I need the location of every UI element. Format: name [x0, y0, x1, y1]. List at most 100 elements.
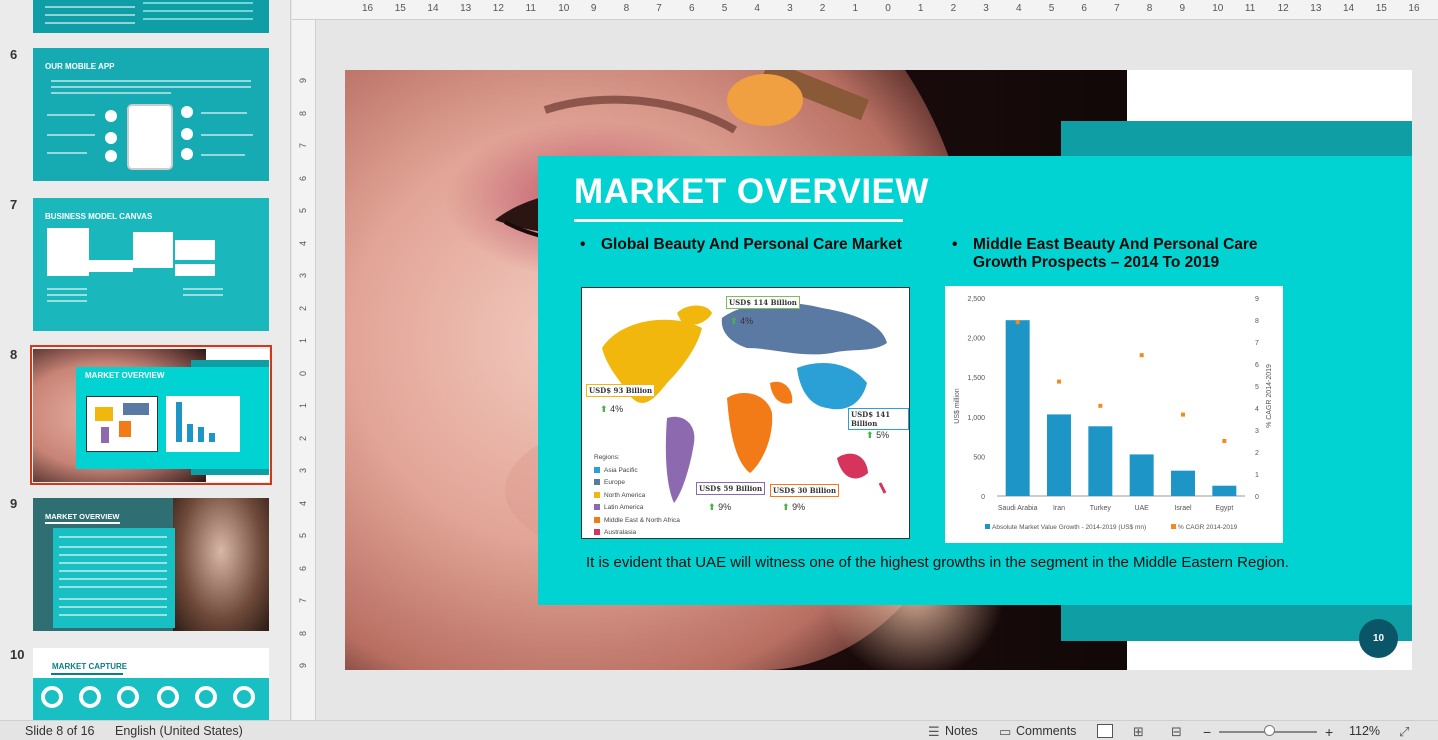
- legend-label: Europe: [604, 479, 625, 486]
- world-map-image[interactable]: USD$ 93 Billion ⬆ 4% USD$ 114 Billion ⬆ …: [581, 287, 910, 539]
- slide-counter: Slide 8 of 16: [25, 724, 95, 738]
- ruler-tick-label: 8: [623, 3, 630, 14]
- zoom-slider-handle[interactable]: [1264, 725, 1275, 736]
- comments-icon[interactable]: ▭: [999, 724, 1011, 740]
- notes-button[interactable]: Notes: [945, 724, 978, 738]
- y2-axis-title: % CAGR 2014-2019: [1266, 364, 1273, 428]
- map-label-middle-east: USD$ 30 Billion: [770, 484, 840, 497]
- ruler-tick-label: 0: [885, 3, 891, 14]
- ruler-tick-label: 9: [298, 663, 308, 669]
- slide-thumbnail-9[interactable]: MARKET OVERVIEW: [33, 498, 269, 631]
- fit-to-window-icon[interactable]: ⤢: [1399, 724, 1409, 740]
- growth-value: 9%: [792, 502, 806, 512]
- map-label-asia-pacific: USD$ 141 Billion: [848, 408, 909, 430]
- slide-title[interactable]: MARKET OVERVIEW: [574, 172, 929, 212]
- ruler-tick-label: 8: [1146, 3, 1153, 14]
- ruler-tick-label: 2: [819, 3, 826, 14]
- slide-thumbnail-5[interactable]: [33, 0, 269, 33]
- ruler-tick-label: 5: [1048, 3, 1055, 14]
- ruler-tick-label: 10: [1212, 3, 1224, 14]
- ruler-tick-label: 8: [298, 630, 308, 636]
- ruler-tick-label: 4: [1016, 3, 1022, 14]
- growth-value: 4%: [740, 316, 754, 326]
- map-legend: Regions: Asia Pacific Europe North America…: [594, 452, 680, 538]
- category-label: Iran: [1053, 505, 1065, 512]
- thumbnail-number: 10: [10, 647, 25, 662]
- page-number-badge: 10: [1359, 619, 1398, 658]
- notes-icon[interactable]: ☰: [928, 724, 940, 740]
- ruler-tick-label: 4: [754, 3, 760, 14]
- zoom-level[interactable]: 112%: [1349, 724, 1380, 738]
- map-label-north-america: USD$ 93 Billion: [586, 384, 656, 397]
- bullet-middle-east[interactable]: • Middle East Beauty And Personal Care G…: [952, 236, 1258, 272]
- legend-swatch: [594, 466, 600, 473]
- legend-label: Asia Pacific: [604, 466, 638, 474]
- legend-swatch-series-2: [1171, 524, 1176, 529]
- category-label: Saudi Arabia: [998, 505, 1038, 512]
- language-indicator[interactable]: English (United States): [115, 724, 243, 738]
- zoom-out-button[interactable]: −: [1203, 724, 1211, 740]
- up-arrow-icon: ⬆: [782, 502, 790, 512]
- middle-east-chart[interactable]: US$ million % CAGR 2014-2019 0 500 1,000 1,…: [945, 286, 1283, 543]
- legend-label-series-1: Absolute Market Value Growth - 2014-2019…: [992, 524, 1146, 531]
- thumbnail-number: 7: [10, 197, 18, 212]
- bullet-global-market[interactable]: • Global Beauty And Personal Care Market: [580, 236, 902, 254]
- up-arrow-icon: ⬆: [730, 316, 738, 326]
- bar-israel: [1171, 470, 1195, 496]
- growth-label-north-america: ⬆ 4%: [600, 404, 623, 415]
- ruler-tick-label: 16: [1408, 3, 1420, 14]
- ruler-tick-label: 1: [298, 338, 308, 344]
- growth-value: 5%: [876, 430, 890, 440]
- slide-canvas[interactable]: MARKET OVERVIEW • Global Beauty And Pers…: [345, 70, 1412, 670]
- slide-thumbnail-6[interactable]: OUR MOBILE APP: [33, 48, 269, 181]
- thumbnail-title: MARKET OVERVIEW: [85, 371, 165, 380]
- ruler-tick-label: 9: [1179, 3, 1186, 14]
- slide-thumbnail-10[interactable]: MARKET CAPTURE: [33, 648, 269, 720]
- y2-tick-label: 0: [1255, 494, 1259, 501]
- ruler-tick-label: 15: [394, 3, 406, 14]
- ruler-tick-label: 4: [298, 240, 308, 246]
- thumbnail-title: OUR MOBILE APP: [45, 62, 115, 71]
- ruler-tick-label: 8: [298, 110, 308, 116]
- y2-tick-label: 4: [1255, 406, 1259, 413]
- bar-turkey: [1088, 426, 1113, 496]
- europe-region: [721, 302, 887, 355]
- bullet-text-line1: Middle East Beauty And Personal Care: [973, 236, 1258, 253]
- ruler-tick-label: 6: [298, 175, 308, 181]
- conclusion-text[interactable]: It is evident that UAE will witness one …: [586, 552, 1326, 573]
- slide-thumbnails-panel[interactable]: 6 OUR MOBILE APP 7 BUSINESS MODEL CANVAS: [0, 0, 291, 720]
- bullet-dot: •: [952, 236, 958, 253]
- cagr-marker-israel: [1181, 412, 1185, 417]
- legend-item: Latin America: [594, 502, 680, 515]
- comments-button[interactable]: Comments: [1016, 724, 1076, 738]
- zoom-in-button[interactable]: +: [1325, 724, 1333, 740]
- legend-swatch: [594, 479, 600, 486]
- y-tick-label: 1,000: [967, 415, 985, 422]
- ruler-tick-label: 2: [298, 305, 308, 311]
- y-tick-label: 2,500: [967, 296, 985, 303]
- y-tick-label: 0: [981, 494, 985, 501]
- australasia-region: [837, 453, 868, 479]
- thumbnail-number: 8: [10, 347, 18, 362]
- thumbnail-number: 6: [10, 47, 18, 62]
- slide-thumbnail-7[interactable]: BUSINESS MODEL CANVAS: [33, 198, 269, 331]
- ruler-tick-label: 13: [460, 3, 472, 14]
- bar-egypt: [1212, 485, 1237, 496]
- category-label: Egypt: [1215, 505, 1233, 512]
- y2-tick-label: 2: [1255, 450, 1259, 457]
- growth-label-latin-america: ⬆ 9%: [708, 502, 731, 513]
- y-tick-label: 500: [973, 454, 985, 461]
- normal-view-icon[interactable]: [1097, 724, 1113, 738]
- thumbnail-title: BUSINESS MODEL CANVAS: [45, 212, 153, 221]
- presenter-view-icon[interactable]: ⊟: [1171, 724, 1182, 740]
- slide-thumbnail-8[interactable]: MARKET OVERVIEW: [33, 349, 269, 482]
- y2-tick-label: 9: [1255, 296, 1259, 303]
- y2-tick-label: 6: [1255, 362, 1259, 369]
- y2-tick-label: 1: [1255, 472, 1259, 479]
- slide-sorter-icon[interactable]: ⊞: [1133, 724, 1144, 740]
- y-tick-label: 1,500: [967, 375, 985, 382]
- ruler-tick-label: 3: [298, 273, 308, 279]
- ruler-tick-label: 3: [983, 3, 989, 14]
- y-axis-title: US$ million: [954, 388, 961, 424]
- bar-iran: [1047, 414, 1071, 496]
